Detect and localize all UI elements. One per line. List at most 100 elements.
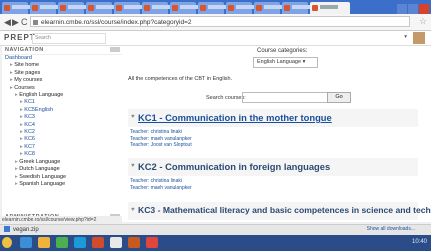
nav-item-label: KC3 [24, 114, 35, 121]
go-button[interactable]: Go [327, 92, 351, 103]
tab-label [264, 5, 282, 9]
url-field[interactable]: elearnin.cmbe.ro/ssl/course/index.php?ca… [30, 16, 410, 27]
teacher-link[interactable]: Teacher: Joost van Sloptout [130, 142, 418, 149]
pdf-icon[interactable] [146, 237, 158, 248]
nav-item[interactable]: ▸ Greek Language [2, 159, 122, 166]
start-button-icon[interactable] [2, 237, 12, 248]
search-courses-input[interactable] [242, 92, 328, 103]
nav-item-label: KC2 [24, 129, 35, 136]
course-info-icon[interactable]: ♥ [131, 114, 135, 120]
tab-label [180, 5, 198, 9]
site-logo[interactable]: PREPT [4, 33, 36, 42]
category-select[interactable]: English Language ▾ [253, 57, 318, 68]
status-bar-url: elearnin.cmbe.ro/ssl/course/view.php?id=… [0, 216, 122, 224]
course-title-link[interactable]: KC3 - Mathematical literacy and basic co… [138, 205, 431, 215]
show-all-downloads-link[interactable]: Show all downloads... [367, 226, 415, 232]
nav-item[interactable]: ▸ Spanish Language [2, 181, 122, 188]
site-search-input[interactable]: Search [32, 33, 106, 44]
star-icon[interactable]: ☆ [419, 16, 427, 27]
avatar[interactable] [413, 32, 425, 44]
nav-item[interactable]: ▸ KC3 [2, 114, 122, 121]
nav-item[interactable]: ▸ My courses [2, 77, 122, 84]
favicon-icon [116, 5, 122, 11]
teacher-link[interactable]: Teacher: maeh vanulanpker [130, 185, 418, 192]
browser-tab[interactable] [282, 2, 310, 14]
nav-item[interactable]: ▸ KC5English [2, 107, 122, 114]
teacher-link[interactable]: Teacher: christina linaki [130, 129, 418, 136]
nav-item-label: English Language [19, 92, 64, 99]
nav-item[interactable]: ▸ Site pages [2, 70, 122, 77]
teacher-link[interactable]: Teacher: maeh vanulanpker [130, 136, 418, 143]
skype-icon[interactable] [74, 237, 86, 248]
nav-item[interactable]: ▸ KC4 [2, 122, 122, 129]
minimize-icon[interactable] [397, 4, 407, 14]
chevron-down-icon: ▾ [302, 59, 306, 65]
tab-label [208, 5, 226, 9]
nav-item[interactable]: Dashboard [2, 55, 122, 62]
favicon-icon [88, 5, 94, 11]
clock[interactable]: 10:40 [412, 239, 427, 245]
nav-item-label: Greek Language [19, 158, 61, 165]
app-icon[interactable] [128, 237, 140, 248]
teacher-link[interactable]: Teacher: christina linaki [130, 178, 418, 185]
nav-item[interactable]: ▸ Site home [2, 62, 122, 69]
nav-item-label: Dutch Language [19, 166, 60, 173]
nav-item[interactable]: ▸ KC6 [2, 136, 122, 143]
nav-item[interactable]: ▸ Swedish Language [2, 174, 122, 181]
close-icon[interactable] [419, 4, 429, 14]
category-description: All the competences of the CBT in Englis… [128, 76, 233, 82]
favicon-icon [172, 5, 178, 11]
favicon-icon [200, 5, 206, 11]
nav-item[interactable]: ▸ English Language [2, 92, 122, 99]
nav-item-label: Site home [14, 62, 40, 69]
app-icon[interactable] [110, 237, 122, 248]
browser-tab[interactable] [58, 2, 86, 14]
browser-tab[interactable] [142, 2, 170, 14]
navigation-block-title: NAVIGATION [5, 47, 44, 53]
course-info-icon[interactable]: ♥ [131, 163, 135, 169]
nav-item[interactable]: ▸ KC1 [2, 99, 122, 106]
course-listing: ♥ KC2 - Communication in foreign languag… [128, 158, 418, 191]
browser-tab[interactable] [86, 2, 114, 14]
os-taskbar: 10:40 [0, 235, 431, 251]
nav-item[interactable]: ▸ Courses [2, 85, 122, 92]
course-info-icon[interactable]: ♥ [131, 207, 135, 213]
app-icon[interactable] [92, 237, 104, 248]
favicon-icon [312, 5, 318, 11]
nav-item-label: KC1 [24, 99, 35, 106]
course-teachers: Teacher: christina linaki Teacher: maeh … [128, 129, 418, 149]
browser-tab[interactable] [30, 2, 58, 14]
chrome-icon[interactable] [56, 237, 68, 248]
forward-button[interactable]: ▶ [12, 17, 19, 28]
browser-tab-active[interactable] [310, 2, 350, 14]
tab-label [40, 5, 58, 9]
back-button[interactable]: ◀ [4, 17, 11, 28]
browser-tab[interactable] [2, 2, 30, 14]
favicon-icon [228, 5, 234, 11]
nav-item-label: Spanish Language [19, 180, 66, 187]
nav-item[interactable]: ▸ KC7 [2, 144, 122, 151]
nav-item[interactable]: ▸ Dutch Language [2, 166, 122, 173]
maximize-icon[interactable] [408, 4, 418, 14]
nav-item[interactable]: ▸ KC2 [2, 129, 122, 136]
block-controls-icon[interactable] [110, 47, 120, 52]
file-icon [4, 226, 10, 232]
browser-tab[interactable] [170, 2, 198, 14]
download-bar: vegan.zip Show all downloads... [0, 224, 431, 235]
reload-button[interactable]: C [21, 17, 28, 27]
nav-item[interactable]: ▸ KC8 [2, 151, 122, 158]
download-item[interactable]: vegan.zip [4, 226, 39, 233]
user-menu[interactable]: ▾ [404, 34, 407, 40]
course-title-link[interactable]: KC2 - Communication in foreign languages [138, 161, 330, 172]
tab-label [68, 5, 86, 9]
tab-label [124, 5, 142, 9]
browser-tab[interactable] [226, 2, 254, 14]
browser-tab[interactable] [254, 2, 282, 14]
course-title-link[interactable]: KC1 - Communication in the mother tongue [138, 112, 332, 123]
ie-icon[interactable] [20, 237, 32, 248]
explorer-icon[interactable] [38, 237, 50, 248]
search-courses-label: Search courses: [206, 95, 246, 101]
browser-tab[interactable] [198, 2, 226, 14]
browser-tab[interactable] [114, 2, 142, 14]
nav-item-label: KC7 [24, 143, 35, 150]
